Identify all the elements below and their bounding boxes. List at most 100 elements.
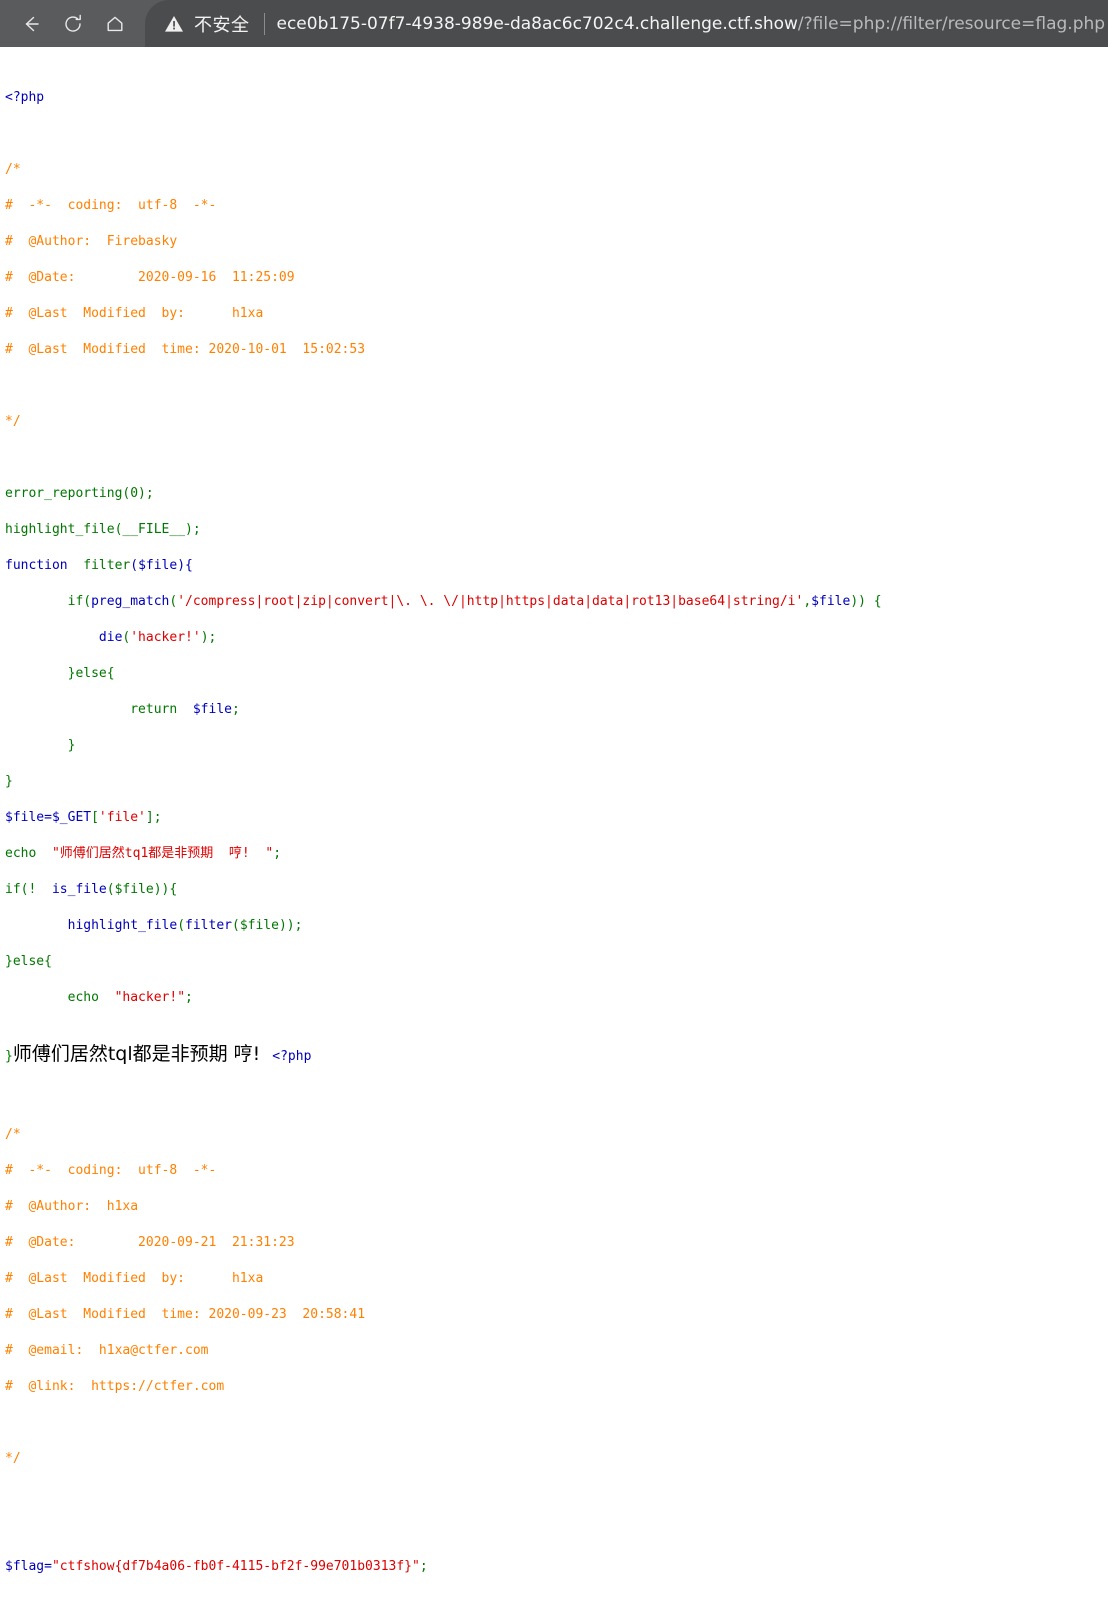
fn-is-file: is_file <box>51 882 107 897</box>
code-line: echo "师傅们居然tq1都是非预期 哼! "; <box>5 845 1108 863</box>
code-line: # @link: https://ctfer.com <box>5 1378 1108 1396</box>
close-brace-inner: } <box>5 738 76 753</box>
code-line: /* <box>5 1126 1108 1144</box>
flag-semicolon: ; <box>419 1559 428 1574</box>
keyword-if: if( <box>5 594 92 609</box>
url-host: ece0b175-07f7-4938-989e-da8ac6c702c4.cha… <box>276 13 798 34</box>
code-line: */ <box>5 1450 1108 1468</box>
get-key-string: 'file' <box>98 810 146 825</box>
if-tail: )) { <box>850 594 882 609</box>
code-line: if(preg_match('/compress|root|zip|conver… <box>5 593 1108 611</box>
code-line: echo "hacker!"; <box>5 989 1108 1007</box>
browser-toolbar: 不安全 ece0b175-07f7-4938-989e-da8ac6c702c4… <box>0 0 1108 47</box>
echo-semicolon-2: ; <box>185 990 193 1005</box>
close-brace-final: } <box>5 1049 13 1064</box>
comment-line: # @email: h1xa@ctfer.com <box>5 1343 209 1358</box>
code-line: # @Last Modified time: 2020-09-23 20:58:… <box>5 1306 1108 1324</box>
comment-line: /* <box>5 1127 21 1142</box>
code-line: return $file; <box>5 701 1108 719</box>
code-line: # @email: h1xa@ctfer.com <box>5 1342 1108 1360</box>
comment-line: # @Date: 2020-09-16 11:25:09 <box>5 270 295 285</box>
echo-output-line: }师傅们居然tql都是非预期 哼! <?php <box>5 1043 1108 1068</box>
code-line: highlight_file(filter($file)); <box>5 917 1108 935</box>
home-button[interactable] <box>94 4 136 44</box>
comment-line: /* <box>5 162 21 177</box>
return-var: $file <box>192 702 232 717</box>
keyword-return: return <box>5 702 193 717</box>
url-display[interactable]: ece0b175-07f7-4938-989e-da8ac6c702c4.cha… <box>277 14 1106 34</box>
code-line: } <box>5 737 1108 755</box>
code-line: # @Date: 2020-09-21 21:31:23 <box>5 1234 1108 1252</box>
php-open-tag-2: <?php <box>272 1049 312 1064</box>
die-tail: ); <box>200 630 217 645</box>
filter-fn-name: filter <box>67 558 131 573</box>
warning-triangle-icon[interactable] <box>163 13 185 35</box>
code-line: $file=$_GET['file']; <box>5 809 1108 827</box>
if2-tail: ($file)){ <box>106 882 178 897</box>
comment-line: # @Last Modified time: 2020-10-01 15:02:… <box>5 342 366 357</box>
close-brace-function: } <box>5 774 13 789</box>
code-line: }else{ <box>5 665 1108 683</box>
code-line: /* <box>5 161 1108 179</box>
flag-variable: $flag= <box>5 1559 52 1574</box>
echo-string-hacker: "hacker!" <box>114 990 186 1005</box>
comment-line: # @Last Modified by: h1xa <box>5 1271 264 1286</box>
keyword-else: }else{ <box>5 666 115 681</box>
regex-pattern-string: '/compress|root|zip|convert|\. \. \/|htt… <box>177 594 804 609</box>
code-line: # @Last Modified time: 2020-10-01 15:02:… <box>5 341 1108 359</box>
keyword-else-2: }else{ <box>5 954 52 969</box>
comment-line: # @Author: Firebasky <box>5 234 178 249</box>
php-open-tag: <?php <box>5 90 45 105</box>
comment-line: # @Author: h1xa <box>5 1199 139 1214</box>
code-line: if(! is_file($file)){ <box>5 881 1108 899</box>
hl-paren-open: ( <box>177 918 186 933</box>
keyword-echo-2: echo <box>5 990 115 1005</box>
keyword-if-2: if(! <box>5 882 52 897</box>
flag-source-listing: /* # -*- coding: utf-8 -*- # @Author: h1… <box>0 1068 1108 1612</box>
reload-button[interactable] <box>52 4 94 44</box>
fn-highlight-file: highlight_file <box>5 522 115 537</box>
address-bar[interactable]: 不安全 ece0b175-07f7-4938-989e-da8ac6c702c4… <box>145 0 1108 47</box>
fn-highlight-file-args: (__FILE__); <box>114 522 201 537</box>
fn-highlight-file-2: highlight_file <box>67 918 178 933</box>
back-button[interactable] <box>10 4 52 44</box>
var-file: $file <box>811 594 851 609</box>
code-line: <?php <box>5 89 1108 107</box>
comma: , <box>803 594 812 609</box>
fn-error-reporting: error_reporting <box>5 486 123 501</box>
keyword-echo: echo <box>5 846 52 861</box>
code-line: # @Last Modified by: h1xa <box>5 1270 1108 1288</box>
comment-line: # @Last Modified time: 2020-09-23 20:58:… <box>5 1307 366 1322</box>
code-line: # -*- coding: utf-8 -*- <box>5 1162 1108 1180</box>
comment-line: */ <box>5 414 21 429</box>
comment-line: # @Last Modified by: h1xa <box>5 306 264 321</box>
comment-line: */ <box>5 1451 21 1466</box>
assign-tail: ]; <box>145 810 162 825</box>
flag-value: "ctfshow{df7b4a06-fb0f-4115-bf2f-99e701b… <box>51 1559 420 1574</box>
assign-file-get: $file=$_GET <box>5 810 92 825</box>
echoed-output-row: }师傅们居然tql都是非预期 哼! <?php <box>0 1043 1108 1068</box>
fn-preg-match: preg_match <box>91 594 170 609</box>
code-line: die('hacker!'); <box>5 629 1108 647</box>
address-divider <box>263 12 265 35</box>
comment-line: # @Date: 2020-09-21 21:31:23 <box>5 1235 295 1250</box>
filter-fn-signature: ($file){ <box>130 558 193 573</box>
reload-icon <box>62 13 84 35</box>
code-line: highlight_file(__FILE__); <box>5 521 1108 539</box>
code-line: } <box>5 773 1108 791</box>
code-line: # -*- coding: utf-8 -*- <box>5 197 1108 215</box>
echo-string-cn: "师傅们居然tq1都是非预期 哼! " <box>51 846 274 861</box>
comment-line: # -*- coding: utf-8 -*- <box>5 1163 217 1178</box>
security-status-label: 不安全 <box>194 14 250 36</box>
bracket-open: [ <box>91 810 99 825</box>
code-line: # @Date: 2020-09-16 11:25:09 <box>5 269 1108 287</box>
code-line: error_reporting(0); <box>5 485 1108 503</box>
